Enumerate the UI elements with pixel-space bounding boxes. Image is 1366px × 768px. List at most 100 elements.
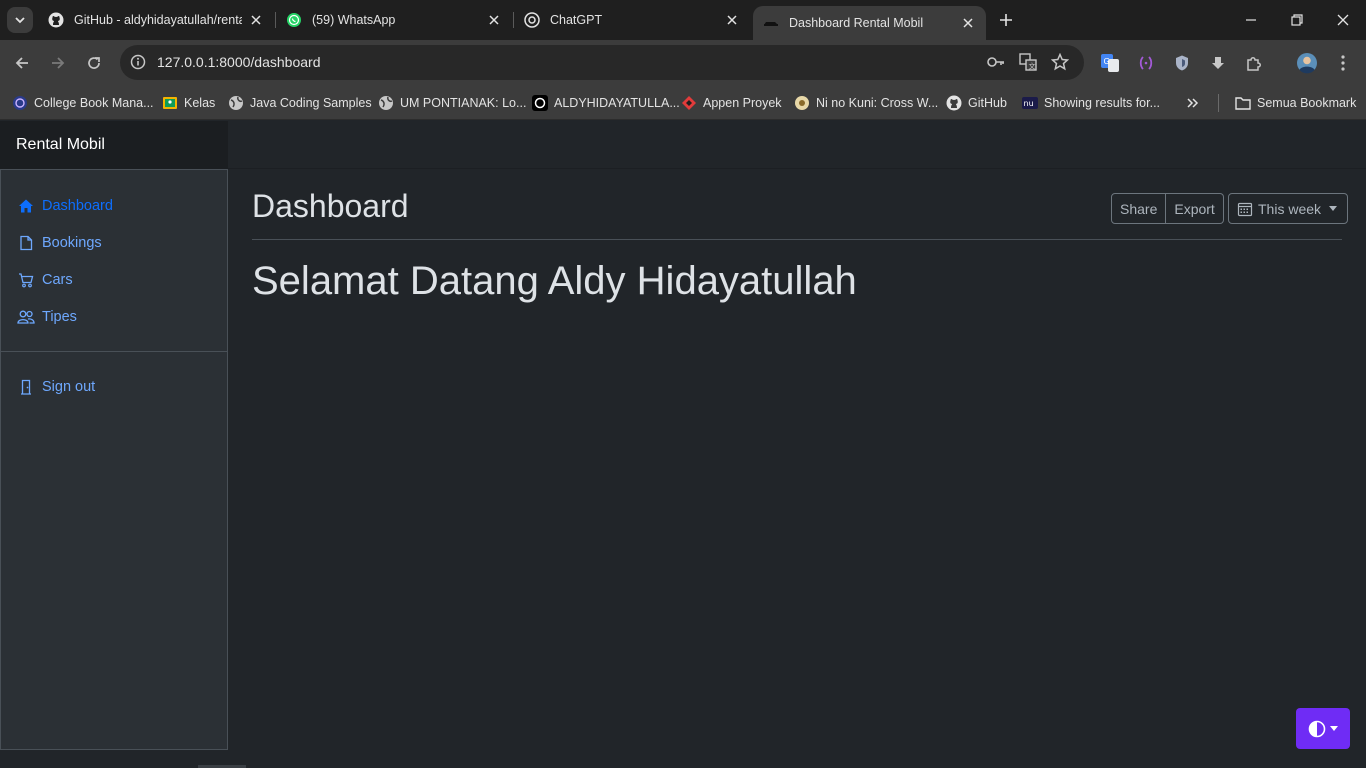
svg-text:G: G [1104,57,1110,66]
file-icon [17,234,35,252]
bookmark-item[interactable]: GitHub [946,92,1007,114]
more-bookmarks-button[interactable] [1186,92,1200,114]
site-info-icon[interactable] [127,51,149,73]
bookmark-item[interactable]: UM PONTIANAK: Lo... [378,92,526,114]
shield-extension-icon[interactable] [1170,51,1194,75]
brand-title[interactable]: Rental Mobil [0,121,228,169]
chatgpt-icon [524,12,540,28]
close-window-button[interactable] [1320,0,1366,40]
contrast-icon [1308,720,1326,737]
export-button[interactable]: Export [1166,193,1224,224]
reload-button[interactable] [82,51,106,75]
car-favicon [763,15,779,31]
sidebar-item-bookings[interactable]: Bookings [17,231,102,255]
calendar-icon [1237,202,1253,216]
bookmarks-bar: College Book Mana... Kelas Java Coding S… [0,86,1366,120]
action-button-group: Share Export [1111,193,1224,224]
close-icon[interactable] [724,12,740,28]
globe-icon [378,95,394,111]
translate-icon[interactable]: 文 [1017,51,1039,73]
college-icon [12,95,28,111]
arrow-right-icon [52,57,65,69]
tab-github[interactable]: GitHub - aldyhidayatullah/renta [38,0,274,40]
door-icon [17,378,35,396]
plus-icon [1000,14,1012,26]
bookmark-item[interactable]: Java Coding Samples [228,92,372,114]
new-tab-button[interactable] [994,8,1018,32]
github-icon [946,95,962,111]
bookmark-item[interactable]: ALDYHIDAYATULLA... [532,92,680,114]
browser-toolbar: 127.0.0.1:8000/dashboard 文 G [0,40,1366,86]
folder-icon [1235,95,1251,111]
tab-title: (59) WhatsApp [312,13,396,27]
this-week-dropdown[interactable]: This week [1228,193,1349,224]
share-button[interactable]: Share [1111,193,1167,224]
bookmark-item[interactable]: College Book Mana... [12,92,154,114]
sidebar-item-dashboard[interactable]: Dashboard [17,194,113,218]
sidebar-item-signout[interactable]: Sign out [17,375,95,399]
tab-dashboard-active[interactable]: Dashboard Rental Mobil [753,6,986,40]
top-navbar [228,121,1366,169]
svg-text:文: 文 [1029,62,1036,71]
bookmark-item[interactable]: Appen Proyek [681,92,782,114]
minimize-icon [1246,19,1256,21]
key-icon[interactable] [985,51,1007,73]
extension-bracket-icon[interactable] [1134,51,1158,75]
house-icon [17,197,35,215]
minimize-button[interactable] [1228,0,1274,40]
kebab-menu-icon [1341,55,1345,71]
bookmark-item[interactable]: Kelas [162,92,215,114]
profile-avatar-icon[interactable] [1295,51,1319,75]
welcome-heading: Selamat Datang Aldy Hidayatullah [252,259,857,303]
github-icon [48,12,64,28]
app-root: Rental Mobil Dashboard Bookings Cars Tip… [0,121,1366,768]
globe-icon [228,95,244,111]
ninokuni-icon [794,95,810,111]
close-icon[interactable] [960,15,976,31]
caret-down-icon [1329,206,1338,211]
browser-tab-strip: GitHub - aldyhidayatullah/renta (59) Wha… [0,0,1366,40]
appen-icon [681,95,697,111]
title-divider [252,239,1342,240]
cart-icon [17,271,35,289]
tab-chatgpt[interactable]: ChatGPT [514,0,750,40]
sidebar-item-cars[interactable]: Cars [17,268,73,292]
arrow-left-icon [15,57,28,69]
sidebar-divider [1,351,227,352]
whatsapp-icon [286,12,302,28]
nu-icon: nu [1022,95,1038,111]
classroom-icon [162,95,178,111]
download-icon[interactable] [1206,51,1230,75]
double-chevron-right-icon [1187,98,1199,108]
close-icon[interactable] [486,12,502,28]
svg-text:nu: nu [1024,99,1034,108]
back-button[interactable] [10,51,34,75]
close-icon [1337,14,1349,26]
address-bar[interactable]: 127.0.0.1:8000/dashboard 文 [120,45,1084,80]
browser-menu-button[interactable] [1331,51,1355,75]
bookmarks-separator [1218,94,1219,112]
bookmark-star-icon[interactable] [1049,51,1071,73]
page-title: Dashboard [252,188,409,224]
tab-title: Dashboard Rental Mobil [789,16,924,30]
all-bookmarks-folder[interactable]: Semua Bookmark [1235,92,1356,114]
openai-icon [532,95,548,111]
restore-icon [1291,14,1303,26]
caret-down-icon [1330,726,1338,731]
reload-icon [88,57,100,69]
bookmark-item[interactable]: nu Showing results for... [1022,92,1160,114]
tab-title: ChatGPT [550,13,603,27]
tab-title: GitHub - aldyhidayatullah/renta [74,13,242,27]
google-translate-extension-icon[interactable]: G [1098,51,1122,75]
theme-toggle-button[interactable] [1296,708,1350,749]
url-text: 127.0.0.1:8000/dashboard [157,54,321,70]
chevron-down-icon [15,17,25,24]
close-icon[interactable] [248,12,264,28]
tab-whatsapp[interactable]: (59) WhatsApp [276,0,512,40]
puzzle-extensions-icon[interactable] [1242,51,1266,75]
bookmark-item[interactable]: Ni no Kuni: Cross W... [794,92,938,114]
tab-search-button[interactable] [7,7,33,33]
forward-button[interactable] [46,51,70,75]
restore-button[interactable] [1274,0,1320,40]
sidebar-item-tipes[interactable]: Tipes [17,305,77,329]
